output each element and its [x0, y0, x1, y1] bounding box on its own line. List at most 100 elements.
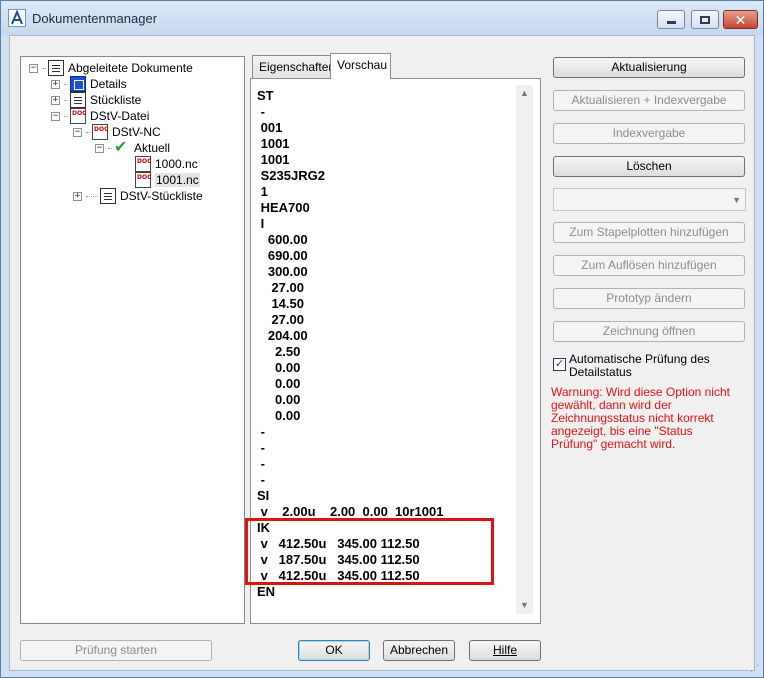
- preview-line: 1001: [257, 152, 290, 167]
- tree-label-dstv-nc: DStV-NC: [112, 125, 161, 139]
- auto-check-checkbox[interactable]: ✓: [553, 358, 566, 371]
- preview-line: 0.00: [257, 408, 301, 423]
- ok-button[interactable]: OK: [298, 640, 370, 661]
- pruefung-starten-button[interactable]: Prüfung starten: [20, 640, 212, 661]
- tree-label-root: Abgeleitete Dokumente: [68, 61, 193, 75]
- indexvergabe-button[interactable]: Indexvergabe: [553, 123, 745, 144]
- preview-line: 204.00: [257, 328, 308, 343]
- tree-node-root[interactable]: − Abgeleitete Dokumente: [29, 60, 193, 76]
- window-title: Dokumentenmanager: [32, 11, 158, 26]
- tab-eigenschaften[interactable]: Eigenschaften: [252, 55, 335, 78]
- tree-label-dstv-datei: DStV-Datei: [90, 109, 150, 123]
- tree-node-details[interactable]: + Details: [51, 76, 127, 92]
- details-icon: [70, 76, 86, 92]
- expand-icon[interactable]: +: [51, 79, 60, 89]
- dstv-file-icon: [70, 108, 86, 124]
- checkmark-icon: ✔: [114, 139, 128, 156]
- target-select[interactable]: ▼: [553, 188, 746, 211]
- abbrechen-button[interactable]: Abbrechen: [383, 640, 455, 661]
- tab-vorschau[interactable]: Vorschau: [330, 53, 391, 79]
- dstv-nc-icon: [92, 124, 108, 140]
- tree-label-details: Details: [90, 77, 127, 91]
- aktualisierung-button[interactable]: Aktualisierung: [553, 57, 745, 78]
- preview-line: -: [257, 456, 265, 471]
- tree-node-aktuell[interactable]: − ✔ Aktuell: [95, 140, 170, 156]
- preview-line: -: [257, 424, 265, 439]
- collapse-icon[interactable]: −: [29, 63, 38, 73]
- collapse-icon[interactable]: −: [95, 143, 104, 153]
- preview-line: -: [257, 104, 265, 119]
- close-button[interactable]: ✕: [723, 10, 758, 29]
- tree-node-file-1001[interactable]: 1001.nc: [135, 172, 200, 188]
- tree-label-dstv-stueckliste: DStV-Stückliste: [120, 189, 203, 203]
- preview-line: 001: [257, 120, 283, 135]
- preview-line: SI: [257, 488, 270, 503]
- list-icon: [100, 188, 116, 204]
- nc-file-icon: [135, 172, 151, 188]
- collapse-icon[interactable]: −: [51, 111, 60, 121]
- tree-node-dstv-stueckliste[interactable]: + DStV-Stückliste: [73, 188, 203, 204]
- preview-line: 600.00: [257, 232, 308, 247]
- preview-line: 0.00: [257, 392, 301, 407]
- hilfe-button[interactable]: Hilfe: [469, 640, 541, 661]
- preview-line: -: [257, 472, 265, 487]
- tree-label-file-1001: 1001.nc: [155, 173, 200, 187]
- preview-line: 14.50: [257, 296, 304, 311]
- preview-line: v 412.50u 345.00 112.50: [257, 536, 420, 551]
- minimize-icon: [666, 21, 676, 24]
- preview-line: v 412.50u 345.00 112.50: [257, 568, 420, 583]
- tree-node-dstv-datei[interactable]: − DStV-Datei: [51, 108, 149, 124]
- tree-label-file-1000: 1000.nc: [155, 157, 198, 171]
- maximize-button[interactable]: [691, 10, 719, 29]
- preview-line: 2.50: [257, 344, 301, 359]
- preview-line: 27.00: [257, 280, 304, 295]
- hilfe-label: Hilfe: [492, 643, 517, 657]
- preview-line: 690.00: [257, 248, 308, 263]
- preview-line: EN: [257, 584, 276, 599]
- title-bar[interactable]: Dokumentenmanager ✕: [1, 1, 763, 35]
- preview-line: S235JRG2: [257, 168, 325, 183]
- auto-check-label: Automatische Prüfung des Detailstatus: [569, 352, 710, 379]
- expand-icon[interactable]: +: [51, 95, 60, 105]
- tree-label-stueckliste: Stückliste: [90, 93, 142, 107]
- preview-line: v 2.00u 2.00 0.00 10r1001: [257, 504, 444, 519]
- preview-line: 300.00: [257, 264, 308, 279]
- expand-icon[interactable]: +: [73, 191, 82, 201]
- preview-line: 0.00: [257, 360, 301, 375]
- preview-line: v 187.50u 345.00 112.50: [257, 552, 420, 567]
- collapse-icon[interactable]: −: [73, 127, 82, 137]
- preview-line: 1001: [257, 136, 290, 151]
- documents-icon: [48, 60, 64, 76]
- tree-node-dstv-nc[interactable]: − DStV-NC: [73, 124, 161, 140]
- app-logo-icon: [8, 9, 26, 27]
- tree-node-file-1000[interactable]: 1000.nc: [135, 156, 198, 172]
- tree-node-stueckliste[interactable]: + Stückliste: [51, 92, 141, 108]
- preview-line: I: [257, 216, 265, 231]
- preview-line: 0.00: [257, 376, 301, 391]
- preview-line: -: [257, 440, 265, 455]
- preview-line: 27.00: [257, 312, 304, 327]
- resize-grip-icon[interactable]: ⋰: [750, 664, 760, 674]
- preview-line: ST: [257, 88, 274, 103]
- loeschen-button[interactable]: Löschen: [553, 156, 745, 177]
- close-icon: ✕: [734, 11, 747, 28]
- warning-text: Warnung: Wird diese Option nicht gewählt…: [551, 385, 730, 451]
- minimize-button[interactable]: [657, 10, 685, 29]
- nc-file-icon: [135, 156, 151, 172]
- preview-line: IK: [257, 520, 270, 535]
- preview-text-area[interactable]: ST - 001 1001 1001 S235JRG2 1 HEA700 I 6…: [253, 85, 533, 615]
- document-tree[interactable]: − Abgeleitete Dokumente + Details + Stüc…: [20, 56, 245, 624]
- preview-line: HEA700: [257, 200, 310, 215]
- chevron-down-icon: ▼: [732, 195, 741, 205]
- prototyp-button[interactable]: Prototyp ändern: [553, 288, 745, 309]
- scroll-down-icon[interactable]: ▼: [516, 597, 533, 614]
- zeichnung-oeffnen-button[interactable]: Zeichnung öffnen: [553, 321, 745, 342]
- aktualisieren-indexvergabe-button[interactable]: Aktualisieren + Indexvergabe: [553, 90, 745, 111]
- stapelplotten-button[interactable]: Zum Stapelplotten hinzufügen: [553, 222, 745, 243]
- preview-scrollbar[interactable]: ▲ ▼: [516, 85, 533, 614]
- list-icon: [70, 92, 86, 108]
- tree-label-aktuell: Aktuell: [134, 141, 171, 155]
- aufloesen-button[interactable]: Zum Auflösen hinzufügen: [553, 255, 745, 276]
- scroll-up-icon[interactable]: ▲: [516, 85, 533, 102]
- maximize-icon: [700, 15, 710, 24]
